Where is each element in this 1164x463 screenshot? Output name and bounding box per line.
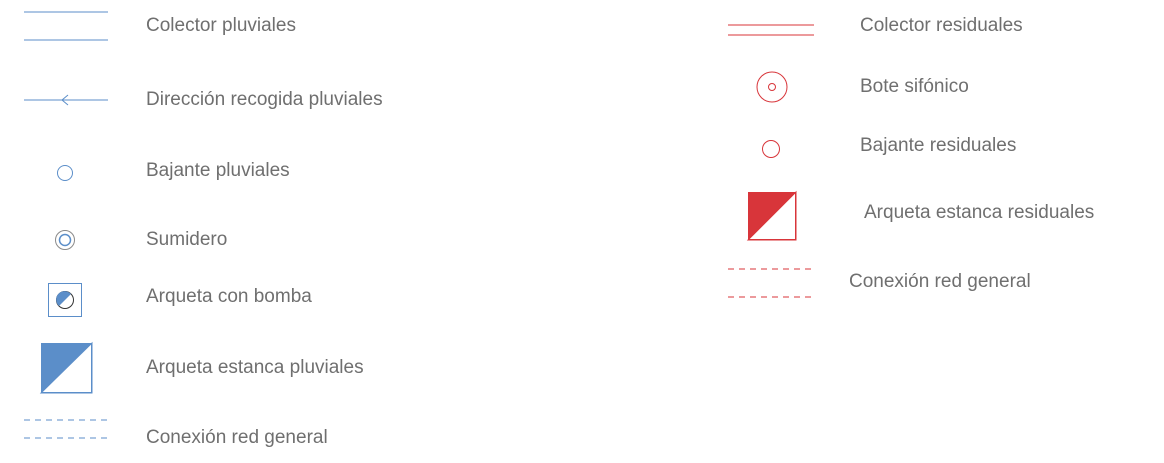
- legend-label: Dirección recogida pluviales: [146, 89, 383, 110]
- legend: Colector pluviales Dirección recogida pl…: [0, 0, 1164, 463]
- arrow-line-icon: [24, 93, 108, 107]
- legend-label: Bajante pluviales: [146, 160, 290, 181]
- dashed-double-line-icon: [728, 268, 814, 298]
- legend-label: Conexión red general: [146, 427, 328, 448]
- dot-circle-icon: [756, 71, 788, 103]
- box-pump-icon: [48, 283, 82, 317]
- dashed-double-line-icon: [24, 419, 108, 439]
- legend-label: Sumidero: [146, 229, 228, 250]
- legend-label: Arqueta estanca residuales: [864, 202, 1095, 223]
- legend-label: Colector residuales: [860, 15, 1023, 36]
- half-filled-square-icon: [39, 341, 93, 394]
- legend-label: Bajante residuales: [860, 135, 1017, 156]
- double-circle-icon: [54, 229, 76, 251]
- legend-label: Colector pluviales: [146, 15, 296, 36]
- legend-label: Conexión red general: [849, 271, 1031, 292]
- legend-label: Arqueta con bomba: [146, 286, 312, 307]
- double-line-icon: [728, 24, 814, 36]
- double-line-icon: [24, 11, 108, 41]
- half-filled-square-icon: [746, 190, 797, 241]
- legend-label: Bote sifónico: [860, 76, 969, 97]
- circle-icon: [761, 139, 781, 159]
- legend-label: Arqueta estanca pluviales: [146, 357, 364, 378]
- circle-icon: [56, 164, 74, 182]
